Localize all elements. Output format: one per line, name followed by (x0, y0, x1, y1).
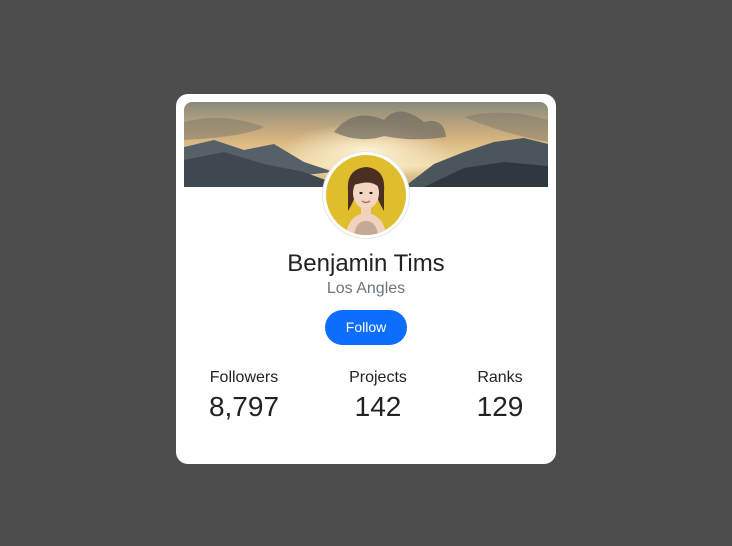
avatar[interactable] (323, 152, 409, 238)
stat-label: Ranks (477, 369, 523, 386)
profile-location: Los Angles (326, 280, 406, 297)
stat-projects: Projects 142 (328, 368, 428, 424)
stat-value: 8,797 (208, 391, 280, 422)
follow-button[interactable]: Follow (325, 310, 407, 345)
profile-card: Benjamin Tims Los Angles Follow Follower… (176, 94, 556, 464)
stat-ranks: Ranks 129 (460, 368, 540, 424)
stat-value: 142 (354, 391, 402, 422)
stat-label: Followers (209, 369, 279, 386)
stat-value: 129 (476, 391, 524, 422)
stats-row: Followers 8,797 Projects 142 Ranks 129 (176, 368, 556, 428)
profile-name: Benjamin Tims (287, 250, 445, 277)
stat-followers: Followers 8,797 (194, 368, 294, 424)
stat-label: Projects (349, 369, 407, 386)
